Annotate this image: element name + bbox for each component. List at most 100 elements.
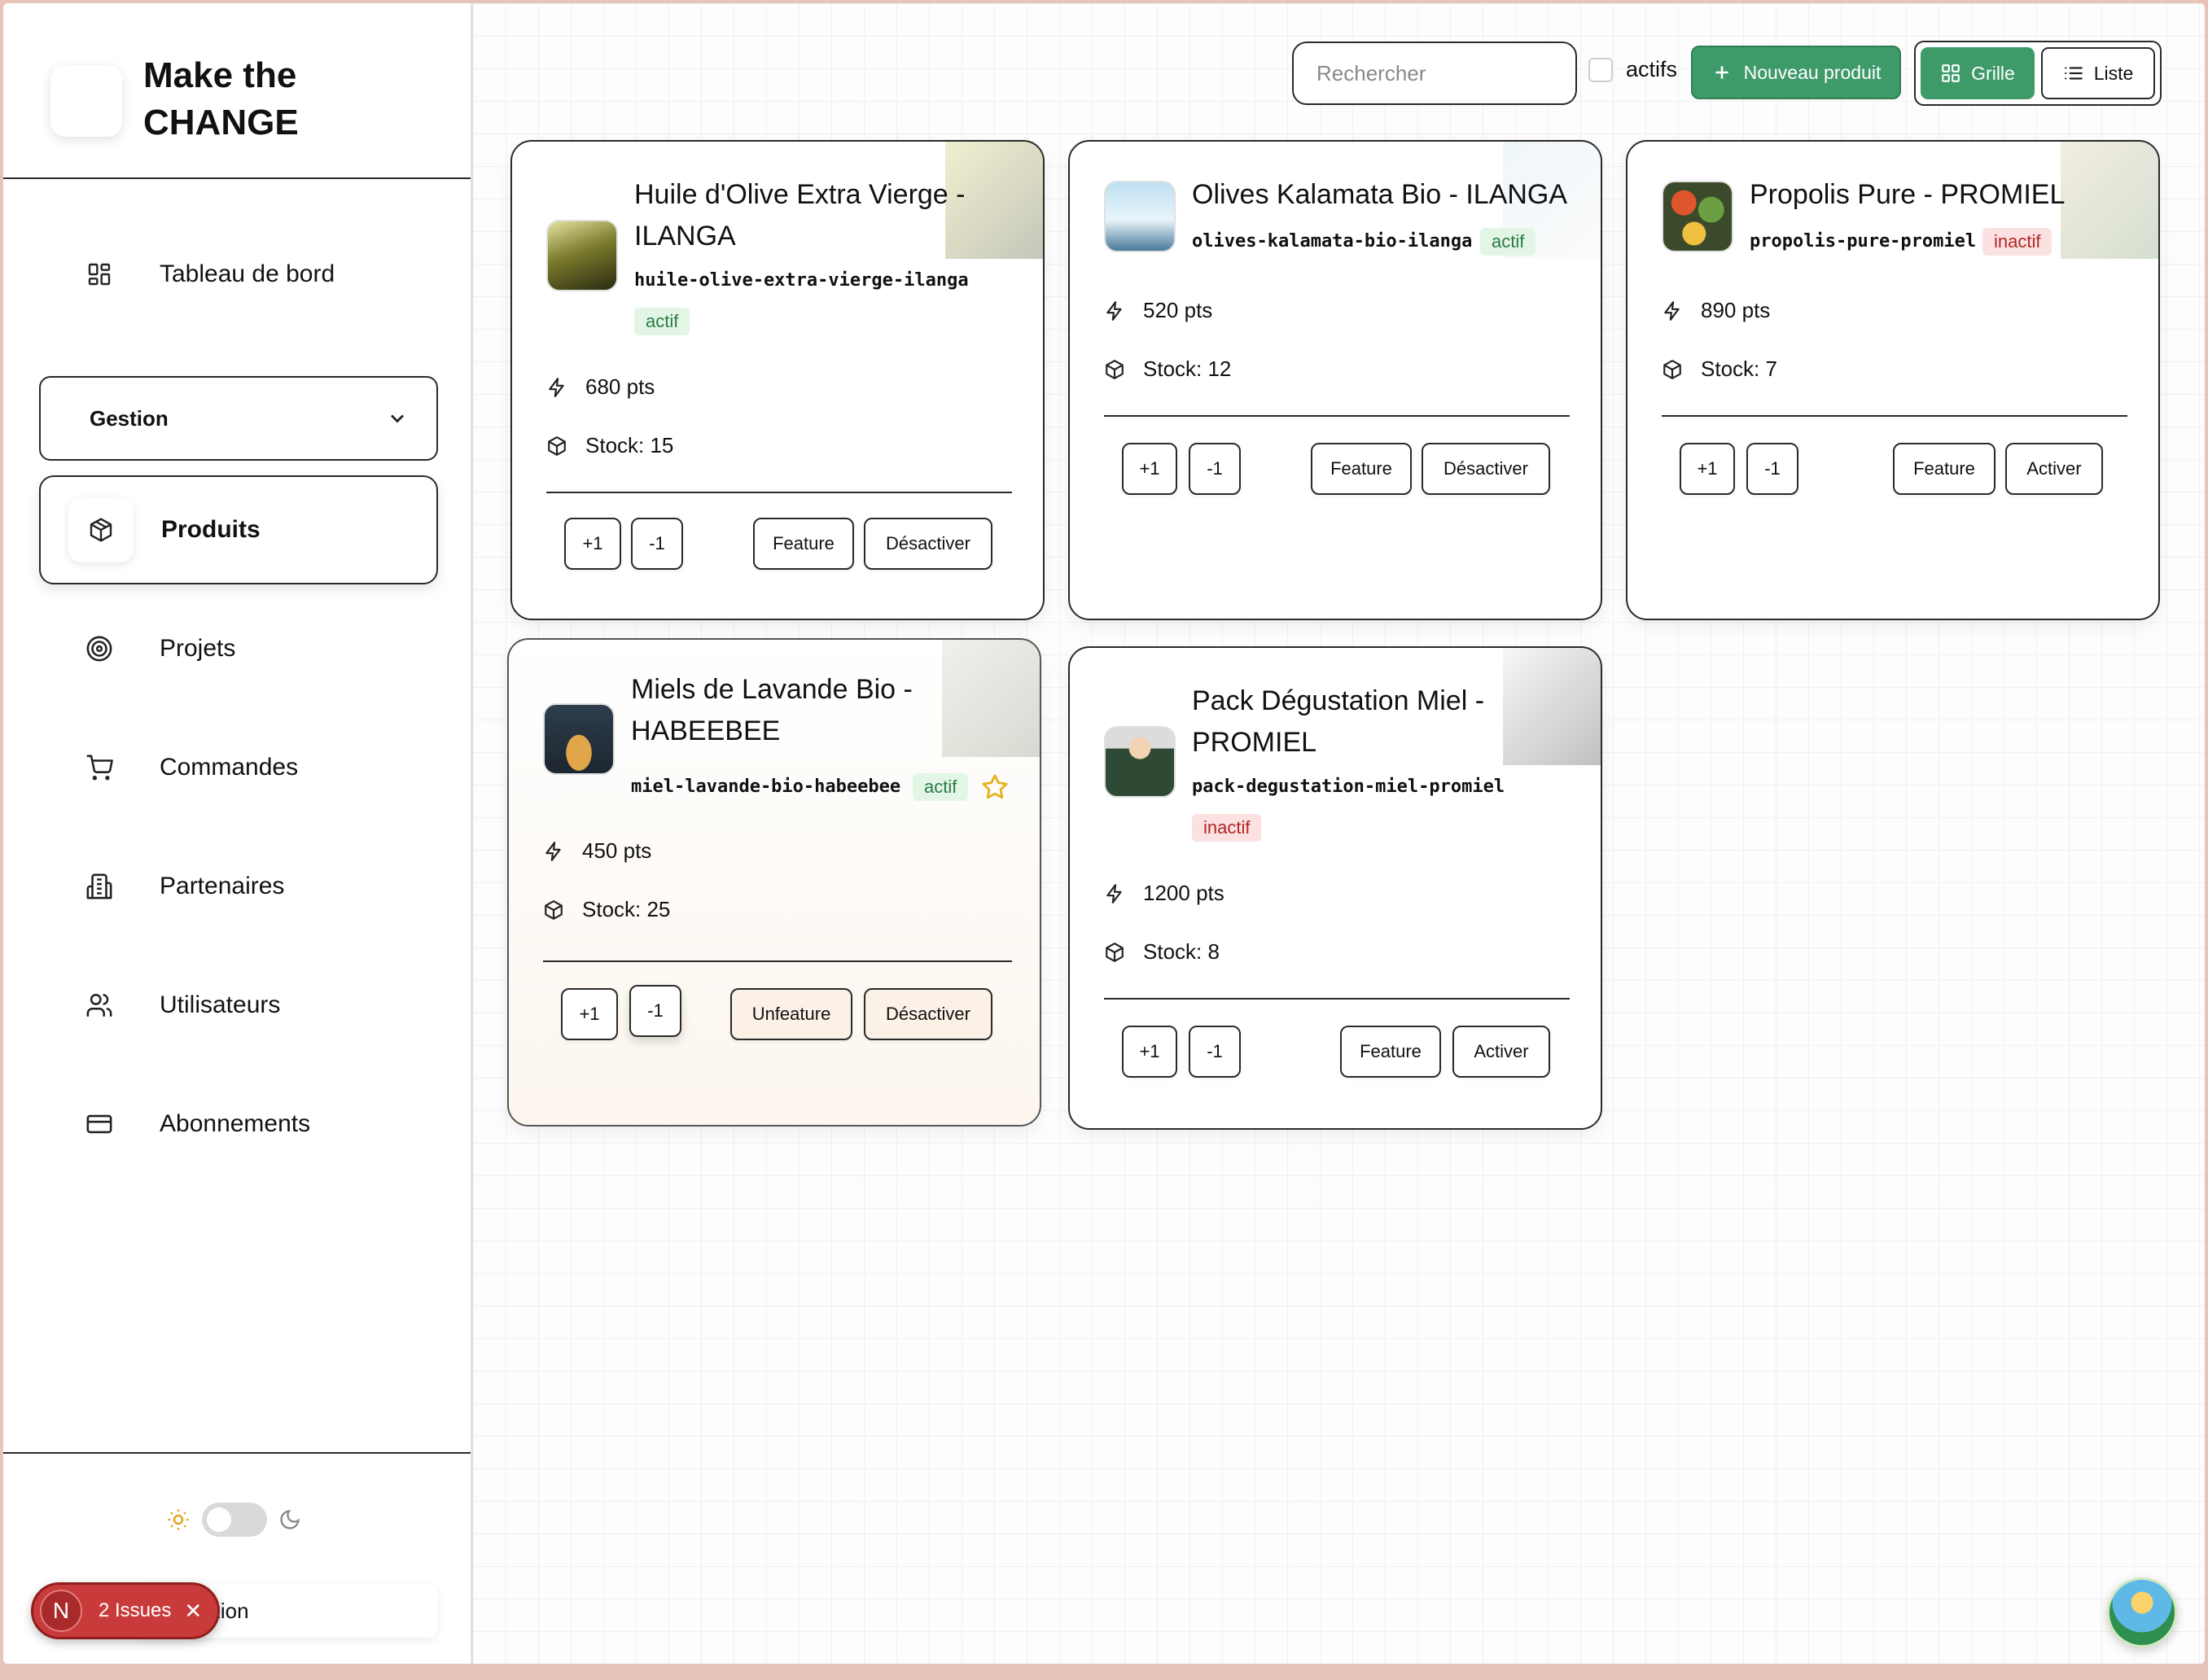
close-icon[interactable]: ✕ xyxy=(184,1599,202,1624)
card-divider xyxy=(1104,415,1570,417)
stock-increment-button[interactable]: +1 xyxy=(1122,443,1177,495)
active-filter[interactable]: actifs xyxy=(1588,57,1677,82)
toggle-active-button[interactable]: Désactiver xyxy=(864,988,992,1040)
active-filter-checkbox[interactable] xyxy=(1588,57,1613,82)
brand-logo[interactable] xyxy=(50,65,122,137)
card-divider xyxy=(1104,998,1570,1000)
product-slug: pack-degustation-miel-promiel xyxy=(1192,777,1505,797)
stock-increment-button[interactable]: +1 xyxy=(561,988,618,1040)
points-label: 520 pts xyxy=(1143,298,1213,322)
points-label: 680 pts xyxy=(585,374,655,399)
status-badge: actif xyxy=(1480,228,1536,256)
stock-decrement-button[interactable]: -1 xyxy=(629,985,681,1037)
box-icon xyxy=(545,899,563,920)
sidebar-item-label: Tableau de bord xyxy=(160,260,335,287)
toggle-active-button[interactable]: Activer xyxy=(1452,1026,1550,1078)
section-select-label: Gestion xyxy=(90,405,169,431)
product-thumbnail xyxy=(1104,726,1176,798)
stock-decrement-button[interactable]: -1 xyxy=(631,518,683,570)
points-label: 450 pts xyxy=(582,838,652,863)
stock-label: Stock: 7 xyxy=(1701,357,1777,381)
users-icon xyxy=(67,973,132,1038)
chevron-down-icon xyxy=(391,414,404,423)
credit-card-icon xyxy=(67,1092,132,1157)
product-stock: Stock: 25 xyxy=(543,897,670,922)
product-thumbnail xyxy=(1104,181,1176,252)
product-card[interactable]: Propolis Pure - PROMIEL propolis-pure-pr… xyxy=(1626,140,2160,620)
stock-increment-button[interactable]: +1 xyxy=(1122,1026,1177,1078)
sidebar-item-label: Abonnements xyxy=(160,1110,311,1137)
stock-label: Stock: 15 xyxy=(585,433,674,457)
product-card[interactable]: Miels de Lavande Bio - HABEEBEE miel-lav… xyxy=(507,638,1041,1127)
active-filter-label: actifs xyxy=(1626,57,1678,81)
grid-view-label: Grille xyxy=(1971,62,2015,84)
product-card[interactable]: Olives Kalamata Bio - ILANGA olives-kala… xyxy=(1068,140,1602,620)
product-points: 450 pts xyxy=(543,838,651,864)
view-toggle: Grille Liste xyxy=(1914,41,2162,106)
stock-increment-button[interactable]: +1 xyxy=(1680,443,1735,495)
grid-view-button[interactable]: Grille xyxy=(1921,47,2035,99)
sidebar-item-utilisateurs[interactable]: Utilisateurs xyxy=(39,951,438,1060)
toggle-active-button[interactable]: Désactiver xyxy=(864,518,992,570)
section-select-gestion[interactable]: Gestion xyxy=(39,376,438,461)
product-card[interactable]: Pack Dégustation Miel - PROMIEL pack-deg… xyxy=(1068,646,1602,1130)
product-title-line2: ILANGA xyxy=(634,221,736,252)
sidebar-item-abonnements[interactable]: Abonnements xyxy=(39,1070,438,1179)
points-label: 1200 pts xyxy=(1143,881,1224,905)
sidebar-item-produits[interactable]: Produits xyxy=(39,475,438,584)
status-badge: actif xyxy=(634,308,690,335)
sidebar-item-projets[interactable]: Projets xyxy=(39,594,438,703)
list-view-button[interactable]: Liste xyxy=(2041,47,2155,99)
issues-badge[interactable]: N 2 Issues ✕ xyxy=(31,1582,220,1639)
status-badge: inactif xyxy=(1192,814,1262,842)
card-divider xyxy=(546,492,1012,493)
points-label: 890 pts xyxy=(1701,298,1771,322)
brand: Make the CHANGE xyxy=(3,3,471,179)
feature-button[interactable]: Feature xyxy=(753,518,854,570)
lightning-icon xyxy=(1664,300,1680,321)
feature-button[interactable]: Feature xyxy=(1340,1026,1441,1078)
product-title: Propolis Pure - PROMIEL xyxy=(1750,179,2066,210)
product-title-line2: PROMIEL xyxy=(1192,727,1317,758)
star-icon[interactable] xyxy=(981,773,1009,801)
sidebar: Make the CHANGE Tableau de bord Gestion … xyxy=(3,3,473,1664)
product-title: Olives Kalamata Bio - ILANGA xyxy=(1192,179,1568,210)
product-title: Huile d'Olive Extra Vierge - ILANGA xyxy=(634,174,965,257)
stock-decrement-button[interactable]: -1 xyxy=(1189,1026,1241,1078)
toolbar: actifs Nouveau produit Grille Liste xyxy=(473,39,2205,107)
sidebar-item-partenaires[interactable]: Partenaires xyxy=(39,832,438,941)
stock-increment-button[interactable]: +1 xyxy=(564,518,621,570)
brand-title-line1: Make the xyxy=(143,55,297,95)
product-title: Miels de Lavande Bio - HABEEBEE xyxy=(631,669,913,752)
product-card[interactable]: Huile d'Olive Extra Vierge - ILANGA huil… xyxy=(510,140,1045,620)
box-icon xyxy=(68,497,134,562)
box-icon xyxy=(1106,359,1124,379)
stock-decrement-button[interactable]: -1 xyxy=(1189,443,1241,495)
product-background-image xyxy=(942,640,1040,757)
product-thumbnail xyxy=(543,703,615,775)
theme-toggle[interactable] xyxy=(202,1503,267,1537)
list-icon xyxy=(2064,67,2083,80)
product-slug: huile-olive-extra-vierge-ilanga xyxy=(634,270,969,291)
building-icon xyxy=(67,854,132,919)
target-icon xyxy=(67,616,132,681)
sidebar-item-label: Projets xyxy=(160,635,236,662)
product-stock: Stock: 12 xyxy=(1104,357,1231,382)
feature-button[interactable]: Feature xyxy=(1893,443,1996,495)
product-thumbnail xyxy=(546,220,618,291)
user-avatar[interactable] xyxy=(2107,1577,2177,1647)
sidebar-item-dashboard[interactable]: Tableau de bord xyxy=(39,220,438,329)
unfeature-button[interactable]: Unfeature xyxy=(730,988,852,1040)
search-input[interactable] xyxy=(1292,42,1577,105)
stock-decrement-button[interactable]: -1 xyxy=(1746,443,1798,495)
sidebar-item-commandes[interactable]: Commandes xyxy=(39,713,438,822)
sidebar-item-label: Commandes xyxy=(160,754,299,781)
toggle-active-button[interactable]: Activer xyxy=(2005,443,2103,495)
feature-button[interactable]: Feature xyxy=(1311,443,1412,495)
nextjs-icon: N xyxy=(40,1590,82,1632)
box-icon xyxy=(1663,359,1681,379)
status-badge: inactif xyxy=(1982,228,2052,256)
new-product-button[interactable]: Nouveau produit xyxy=(1691,46,1901,99)
product-title-line1: Miels de Lavande Bio - xyxy=(631,674,913,705)
toggle-active-button[interactable]: Désactiver xyxy=(1422,443,1550,495)
